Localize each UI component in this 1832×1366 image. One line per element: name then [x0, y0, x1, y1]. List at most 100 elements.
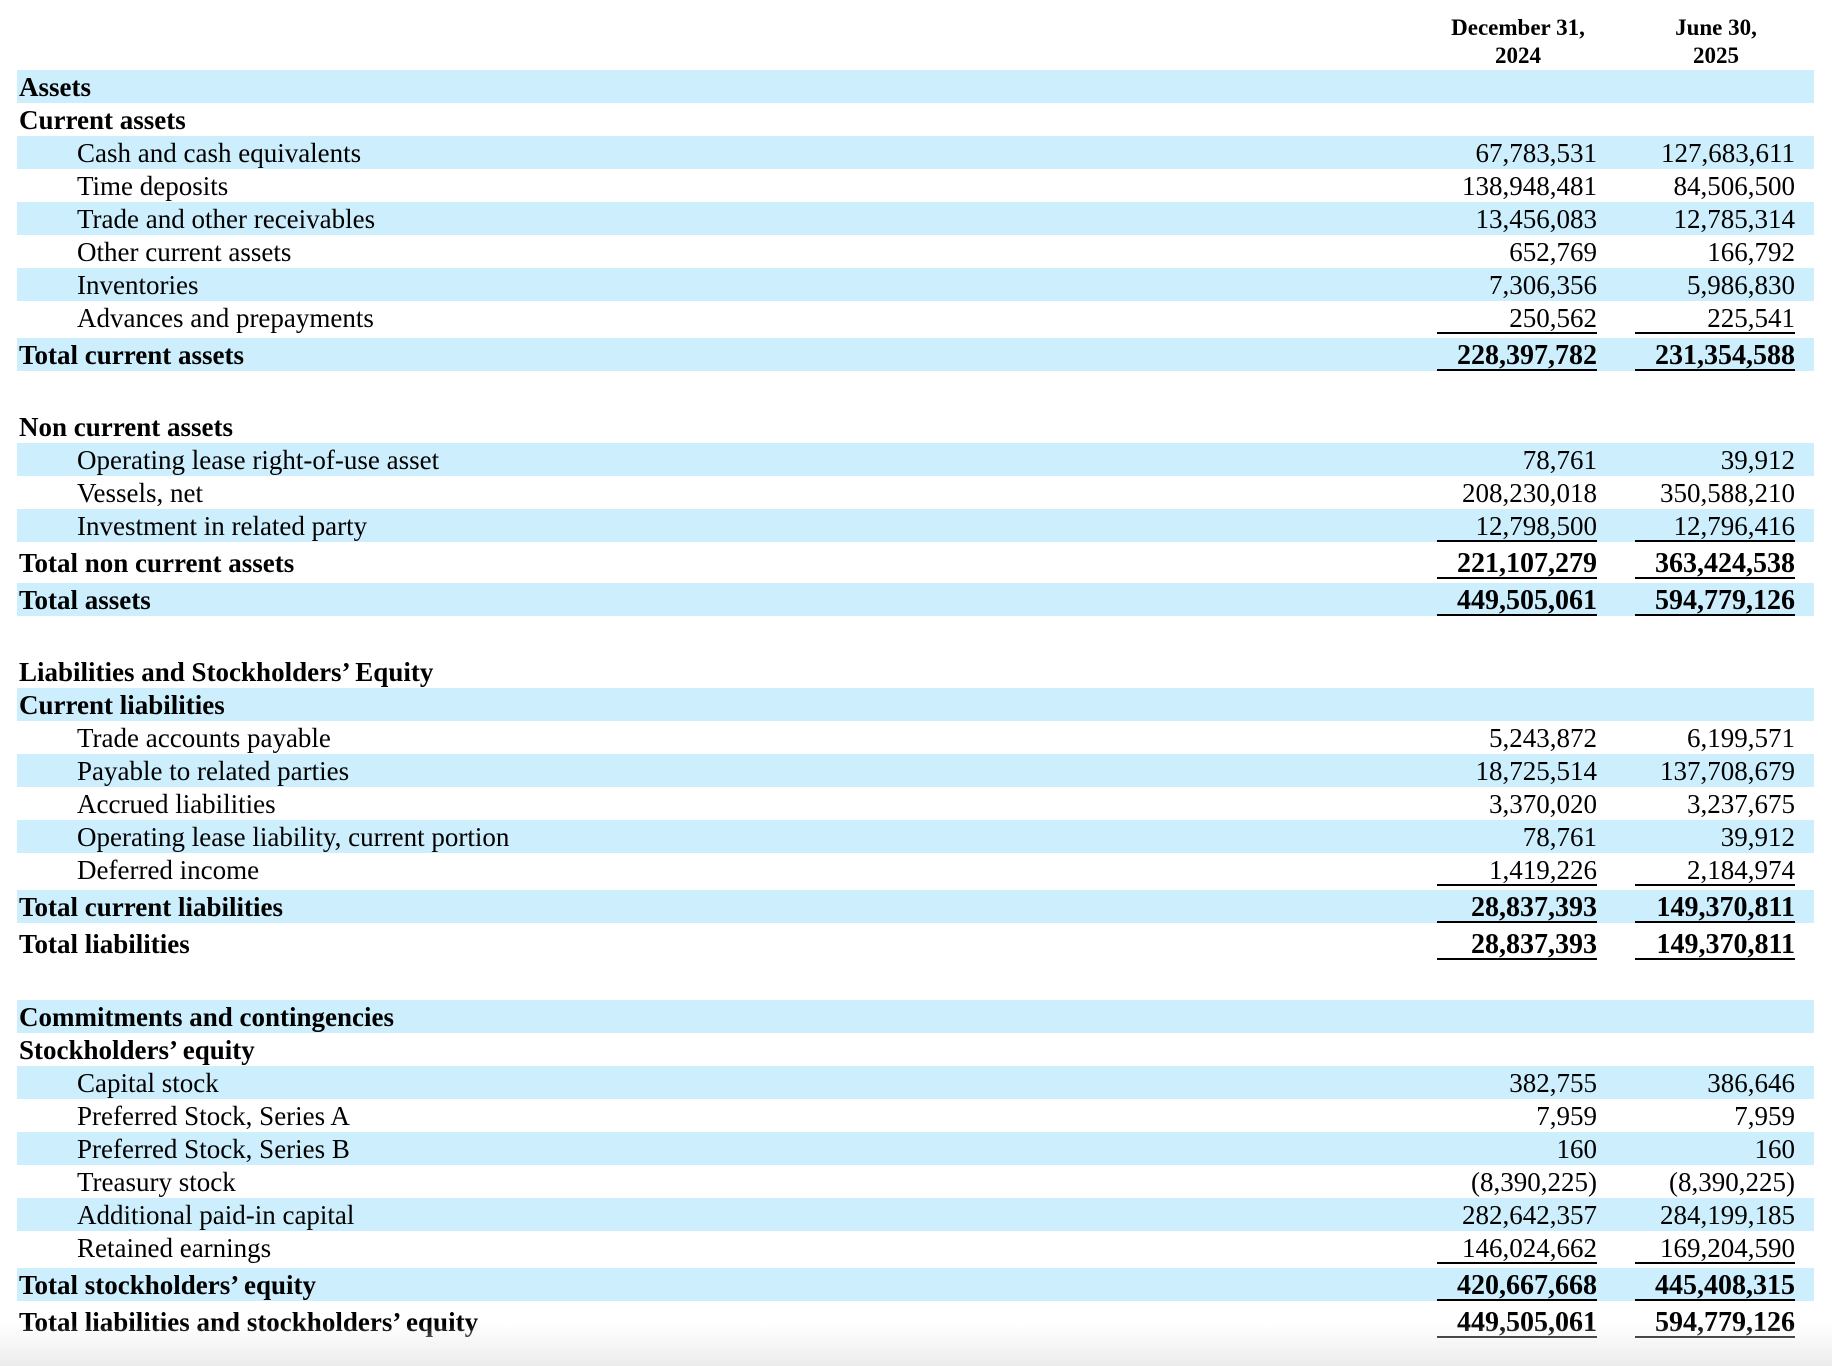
- row-value-2024: 7,306,356: [1489, 270, 1597, 300]
- row-label: Accrued liabilities: [77, 789, 276, 819]
- row-label: Payable to related parties: [77, 756, 350, 786]
- row-value-2025: 594,779,126: [1635, 1305, 1795, 1338]
- total-row-current-assets: Total current assets 228,397,782 231,354…: [17, 338, 1814, 371]
- column-header-line: June 30,: [1675, 15, 1757, 40]
- subsection-heading-non-current-assets: Non current assets: [17, 410, 1814, 443]
- table-row: Time deposits 138,948,481 84,506,500: [17, 169, 1814, 202]
- row-label: Time deposits: [77, 171, 229, 201]
- row-label: Total current assets: [19, 340, 244, 370]
- section-heading-commitments: Commitments and contingencies: [17, 1000, 1814, 1033]
- row-value-2025: 5,986,830: [1687, 270, 1795, 300]
- row-label: Stockholders’ equity: [19, 1035, 255, 1065]
- row-value-2025: 160: [1754, 1134, 1796, 1164]
- table-row: Additional paid-in capital 282,642,357 2…: [17, 1198, 1814, 1231]
- row-value-2025: 12,785,314: [1673, 204, 1796, 234]
- table-row: Capital stock 382,755 386,646: [17, 1066, 1814, 1099]
- row-label: Treasury stock: [77, 1167, 236, 1197]
- column-header-line: 2024: [1495, 43, 1541, 68]
- row-value-2024: 28,837,393: [1437, 927, 1597, 960]
- row-label: Operating lease right-of-use asset: [77, 445, 440, 475]
- row-value-2024: 420,667,668: [1437, 1268, 1597, 1301]
- section-heading-liabilities-equity: Liabilities and Stockholders’ Equity: [17, 655, 1814, 688]
- row-value-2024: 28,837,393: [1437, 890, 1597, 923]
- column-header-line: December 31,: [1451, 15, 1585, 40]
- row-value-2024: 160: [1556, 1134, 1598, 1164]
- row-value-2024: 652,769: [1509, 237, 1597, 267]
- table-row: Treasury stock (8,390,225) (8,390,225): [17, 1165, 1814, 1198]
- table-row: Deferred income 1,419,226 2,184,974: [17, 853, 1814, 886]
- table-row: Inventories 7,306,356 5,986,830: [17, 268, 1814, 301]
- total-row-non-current-assets: Total non current assets 221,107,279 363…: [17, 546, 1814, 579]
- row-label: Retained earnings: [77, 1233, 272, 1263]
- row-value-2024: 78,761: [1522, 822, 1597, 852]
- row-value-2025: 594,779,126: [1635, 583, 1795, 616]
- row-label: Total current liabilities: [19, 892, 284, 922]
- total-row-assets: Total assets 449,505,061 594,779,126: [17, 583, 1814, 616]
- row-value-2025: 225,541: [1635, 301, 1795, 334]
- column-header-dec-2024: December 31, 2024: [1438, 14, 1598, 74]
- row-label: Total non current assets: [19, 548, 295, 578]
- row-value-2024: 449,505,061: [1437, 583, 1597, 616]
- row-value-2024: 18,725,514: [1475, 756, 1598, 786]
- table-row: Accrued liabilities 3,370,020 3,237,675: [17, 787, 1814, 820]
- row-value-2024: 78,761: [1522, 445, 1597, 475]
- row-value-2024: 3,370,020: [1489, 789, 1597, 819]
- row-label: Inventories: [77, 270, 199, 300]
- row-label: Trade and other receivables: [77, 204, 376, 234]
- row-value-2025: 284,199,185: [1660, 1200, 1795, 1230]
- table-row: Operating lease liability, current porti…: [17, 820, 1814, 853]
- row-value-2025: 363,424,538: [1635, 546, 1795, 579]
- table-row: Preferred Stock, Series A 7,959 7,959: [17, 1099, 1814, 1132]
- row-label: Total liabilities: [19, 929, 190, 959]
- row-value-2024: 12,798,500: [1437, 509, 1597, 542]
- row-label: Vessels, net: [77, 478, 203, 508]
- row-label: Additional paid-in capital: [77, 1200, 355, 1230]
- row-value-2025: 6,199,571: [1687, 723, 1795, 753]
- row-label: Investment in related party: [77, 511, 368, 541]
- row-value-2025: 127,683,611: [1661, 138, 1795, 168]
- balance-sheet-page: December 31, 2024 June 30, 2025 Assets C…: [0, 0, 1832, 1366]
- table-row: Preferred Stock, Series B 160 160: [17, 1132, 1814, 1165]
- total-row-liabilities: Total liabilities 28,837,393 149,370,811: [17, 927, 1814, 960]
- row-value-2025: 3,237,675: [1687, 789, 1795, 819]
- row-value-2025: 166,792: [1707, 237, 1795, 267]
- row-value-2024: 282,642,357: [1462, 1200, 1597, 1230]
- total-row-current-liabilities: Total current liabilities 28,837,393 149…: [17, 890, 1814, 923]
- table-row: Vessels, net 208,230,018 350,588,210: [17, 476, 1814, 509]
- subsection-heading-stockholders-equity: Stockholders’ equity: [17, 1033, 1814, 1066]
- subsection-heading-current-assets: Current assets: [17, 103, 1814, 136]
- total-row-stockholders-equity: Total stockholders’ equity 420,667,668 4…: [17, 1268, 1814, 1301]
- row-label: Preferred Stock, Series A: [77, 1101, 350, 1131]
- row-value-2024: 382,755: [1509, 1068, 1597, 1098]
- table-row: Trade and other receivables 13,456,083 1…: [17, 202, 1814, 235]
- row-value-2025: 149,370,811: [1635, 890, 1795, 923]
- row-label: Commitments and contingencies: [19, 1002, 394, 1032]
- row-label: Total assets: [19, 585, 151, 615]
- row-value-2024: (8,390,225): [1471, 1167, 1597, 1197]
- row-value-2025: (8,390,225): [1669, 1167, 1795, 1197]
- row-value-2025: 386,646: [1707, 1068, 1795, 1098]
- row-label: Assets: [19, 72, 91, 102]
- row-value-2024: 221,107,279: [1437, 546, 1597, 579]
- row-label: Non current assets: [19, 412, 233, 442]
- row-value-2024: 1,419,226: [1437, 853, 1597, 886]
- row-value-2025: 39,912: [1720, 822, 1795, 852]
- row-label: Operating lease liability, current porti…: [77, 822, 510, 852]
- row-value-2025: 445,408,315: [1635, 1268, 1795, 1301]
- row-value-2025: 350,588,210: [1660, 478, 1795, 508]
- row-label: Current liabilities: [19, 690, 225, 720]
- row-value-2025: 2,184,974: [1635, 853, 1795, 886]
- row-label: Cash and cash equivalents: [77, 138, 362, 168]
- table-row: Retained earnings 146,024,662 169,204,59…: [17, 1231, 1814, 1264]
- table-row: Other current assets 652,769 166,792: [17, 235, 1814, 268]
- row-value-2025: 231,354,588: [1635, 338, 1795, 371]
- column-header-line: 2025: [1693, 43, 1739, 68]
- row-value-2025: 84,506,500: [1673, 171, 1796, 201]
- row-label: Preferred Stock, Series B: [77, 1134, 350, 1164]
- row-value-2024: 208,230,018: [1462, 478, 1597, 508]
- row-value-2024: 138,948,481: [1462, 171, 1597, 201]
- table-row: Advances and prepayments 250,562 225,541: [17, 301, 1814, 334]
- row-value-2025: 137,708,679: [1660, 756, 1795, 786]
- row-label: Advances and prepayments: [77, 303, 374, 333]
- row-label: Other current assets: [77, 237, 292, 267]
